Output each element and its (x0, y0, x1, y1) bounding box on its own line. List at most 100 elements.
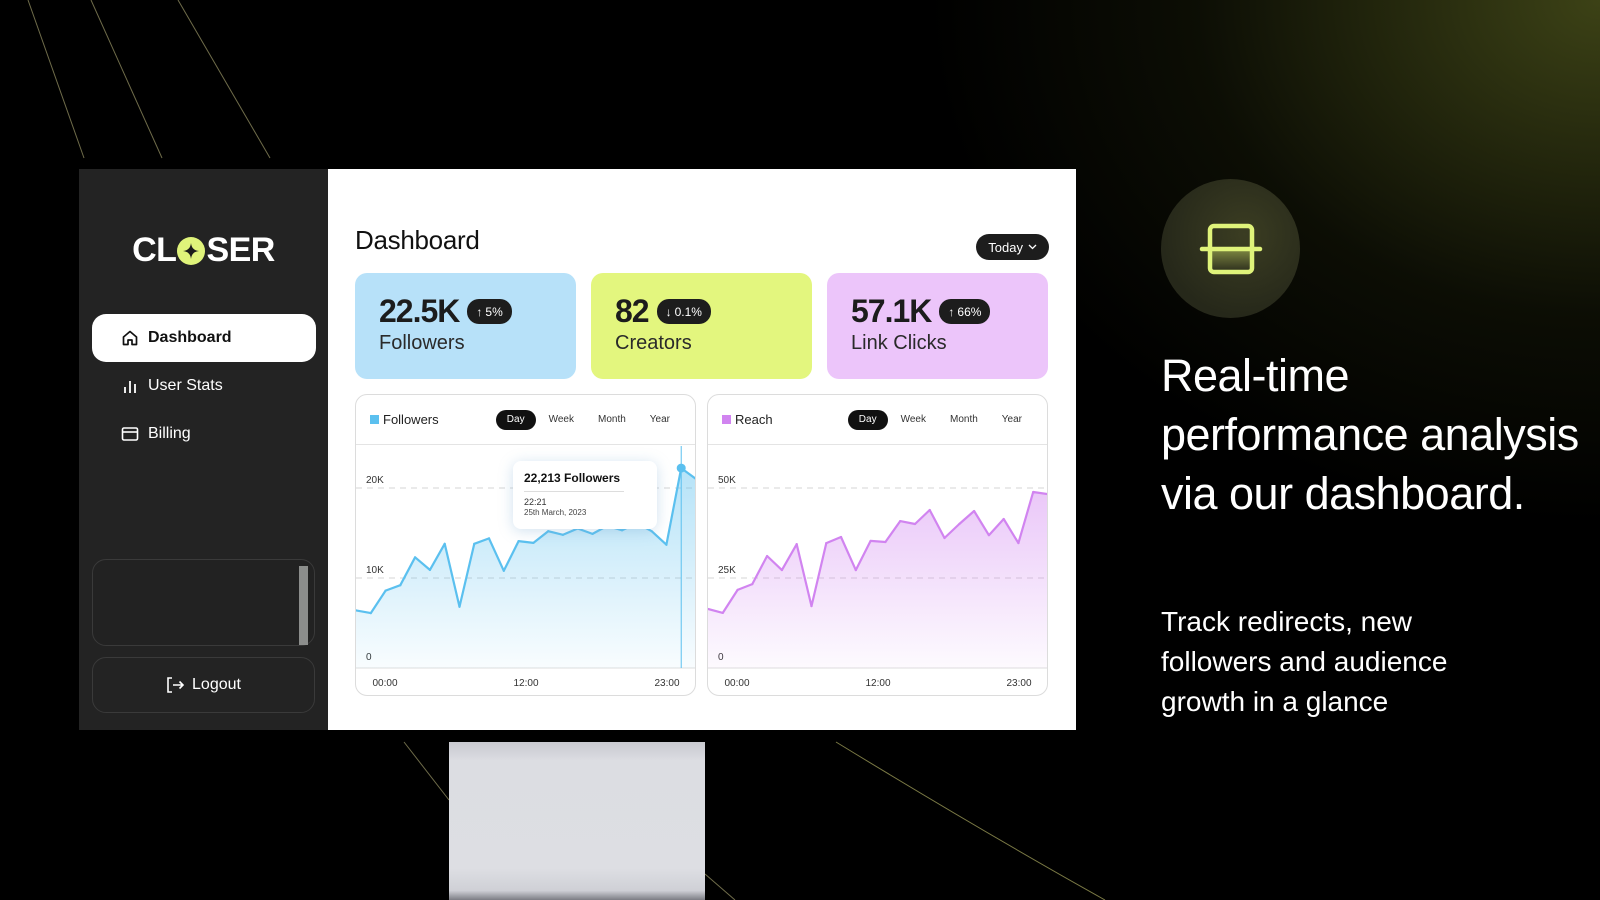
data-point (928, 508, 931, 512)
stat-value: 82 (615, 293, 650, 329)
data-point (899, 520, 902, 523)
promo-subline: Track redirects, new followers and audie… (1161, 606, 1448, 717)
logout-button[interactable]: Logout (92, 657, 315, 713)
monitor-stand (449, 742, 705, 900)
tab-month[interactable]: Month (939, 410, 989, 430)
followers-chart-card: Followers Day Week Month Year 010K20K00:… (355, 394, 696, 696)
arrow-up-icon: ↑ (476, 304, 483, 319)
brand-logo: CL SER (79, 231, 328, 270)
data-point (795, 543, 798, 546)
charts-row: Followers Day Week Month Year 010K20K00:… (355, 394, 1048, 696)
tab-year[interactable]: Year (639, 410, 681, 430)
sidebar-item-label: Dashboard (148, 329, 232, 346)
legend-label: Reach (735, 412, 773, 427)
stats-row: 22.5K ↑ 5% Followers 82 ↓ 0.1% Creators (355, 273, 1048, 379)
data-point (987, 534, 990, 537)
stat-value: 57.1K (851, 293, 932, 329)
reach-chart[interactable]: 025K50K00:0012:0023:00 (708, 446, 1048, 696)
data-point (665, 543, 668, 546)
data-point (414, 556, 417, 559)
legend-label: Followers (383, 412, 439, 427)
x-tick-label: 23:00 (1006, 678, 1031, 689)
data-point (943, 536, 946, 540)
sidebar: CL SER Dashboard User Stats Billing Logo… (79, 169, 328, 730)
stat-value: 22.5K (379, 293, 460, 329)
change-value: 0.1% (674, 304, 702, 319)
change-value: 66% (957, 304, 982, 319)
data-point (884, 540, 887, 544)
data-point (751, 583, 754, 586)
feature-icon-badge (1161, 179, 1300, 318)
tab-week[interactable]: Week (890, 410, 937, 430)
y-tick-label: 25K (718, 565, 736, 576)
logo-text-prefix: CL (132, 231, 177, 269)
tooltip-time: 22:21 (524, 497, 547, 507)
data-point (384, 589, 387, 592)
data-point (620, 529, 624, 532)
y-tick-label: 10K (366, 565, 384, 576)
home-icon (120, 328, 140, 348)
stat-card-creators: 82 ↓ 0.1% Creators (591, 273, 812, 379)
tab-week[interactable]: Week (538, 410, 585, 430)
stat-label: Followers (379, 332, 465, 354)
credit-card-icon (120, 424, 140, 444)
change-badge: ↑ 66% (939, 299, 991, 324)
chart-tooltip: 22,213 Followers 22:21 25th March, 2023 (513, 461, 657, 529)
y-tick-label: 50K (718, 475, 736, 486)
data-point (591, 532, 594, 535)
data-point (913, 522, 917, 526)
sidebar-item-user-stats[interactable]: User Stats (92, 362, 316, 410)
tab-year[interactable]: Year (991, 410, 1033, 430)
dashboard-screen: CL SER Dashboard User Stats Billing Logo… (79, 169, 1076, 730)
highlight-point (676, 463, 686, 473)
data-point (972, 509, 976, 513)
data-point (443, 542, 446, 545)
sidebar-nav: Dashboard User Stats Billing (92, 314, 316, 458)
sidebar-item-dashboard[interactable]: Dashboard (92, 314, 316, 362)
arrow-down-icon: ↓ (665, 304, 672, 319)
x-tick-label: 00:00 (724, 678, 749, 689)
data-point (1032, 490, 1035, 494)
tab-day[interactable]: Day (495, 409, 536, 430)
main-content: Dashboard Today 22.5K ↑ 5% Followers 82 (328, 169, 1076, 730)
tab-day[interactable]: Day (847, 409, 888, 430)
chart-header: Reach Day Week Month Year (708, 395, 1047, 445)
change-badge: ↓ 0.1% (656, 299, 711, 324)
period-tabs: Day Week Month Year (847, 409, 1033, 430)
scan-icon (1199, 223, 1262, 274)
data-point (547, 530, 550, 533)
promo-headline: Real-time performance analysis via our d… (1161, 350, 1579, 519)
x-tick-label: 12:00 (865, 678, 890, 689)
data-point (958, 522, 961, 526)
sidebar-item-billing[interactable]: Billing (92, 410, 316, 458)
sparkle-icon (177, 236, 206, 265)
chart-legend: Followers (370, 412, 439, 427)
panel-scrollbar[interactable] (299, 566, 308, 645)
sidebar-item-label: User Stats (148, 377, 223, 394)
data-point (825, 541, 828, 545)
data-point (780, 568, 784, 572)
data-point (458, 605, 461, 608)
stat-card-followers: 22.5K ↑ 5% Followers (355, 273, 576, 379)
legend-swatch (722, 415, 731, 424)
chart-legend: Reach (722, 412, 773, 427)
data-point (561, 533, 565, 536)
logo-text-suffix: SER (206, 231, 275, 269)
date-range-dropdown[interactable]: Today (976, 234, 1049, 260)
bar-chart-icon (120, 376, 140, 396)
x-tick-label: 00:00 (372, 678, 397, 689)
tab-month[interactable]: Month (587, 410, 637, 430)
data-point (487, 537, 491, 540)
page-title: Dashboard (355, 225, 480, 255)
data-point (428, 568, 432, 571)
stat-label: Link Clicks (851, 332, 947, 354)
logout-label: Logout (192, 676, 241, 693)
change-badge: ↑ 5% (467, 299, 512, 324)
stat-card-link-clicks: 57.1K ↑ 66% Link Clicks (827, 273, 1048, 379)
sidebar-item-label: Billing (148, 425, 191, 442)
series-area (708, 492, 1047, 668)
data-point (502, 569, 505, 572)
data-point (1046, 493, 1047, 495)
y-tick-label: 20K (366, 475, 384, 486)
data-point (1017, 541, 1020, 545)
